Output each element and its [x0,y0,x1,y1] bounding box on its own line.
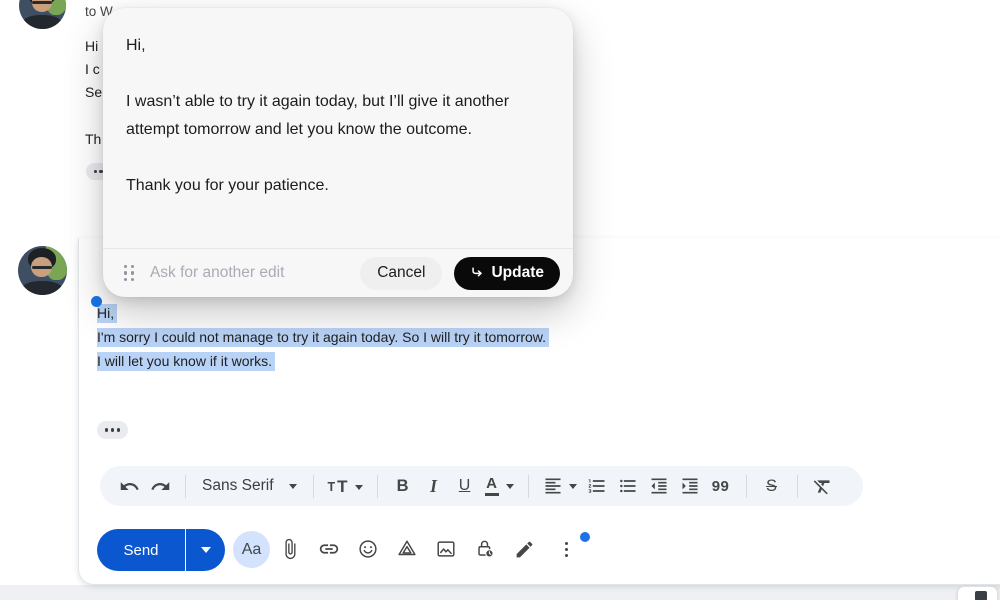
suggested-closing: Thank you for your patience. [126,172,532,200]
numbered-list-button[interactable] [584,471,610,501]
size-large-label: T [337,477,347,496]
italic-button[interactable]: I [421,471,447,501]
more-vert-icon [565,542,568,557]
strikethrough-button[interactable]: S [759,471,785,501]
insert-from-drive-button[interactable] [395,537,419,561]
selection-handle[interactable] [91,296,102,307]
floating-widget[interactable] [957,586,998,600]
enter-arrow-icon [470,266,484,280]
compose-actions-row [278,537,575,561]
remove-formatting-icon [812,476,833,497]
send-options-button[interactable] [186,529,225,571]
help-me-write-button[interactable]: Aa [233,531,270,568]
text-color-button[interactable]: A [483,476,516,497]
show-trimmed-content-button[interactable] [97,421,128,439]
avatar-photo-glasses [32,266,53,269]
bulleted-list-icon [618,476,638,496]
font-family-label: Sans Serif [202,477,274,495]
text-color-icon: A [485,476,499,497]
sender-avatar[interactable] [19,0,66,29]
reply-author-avatar[interactable] [18,246,67,295]
avatar-photo-glasses [32,1,52,4]
avatar-photo-shirt [21,281,63,295]
attach-file-button[interactable] [278,537,302,561]
toolbar-divider [185,475,186,498]
send-button[interactable]: Send [97,529,185,571]
quoted-line-1: Hi [85,36,98,56]
align-button[interactable] [541,476,579,496]
chevron-down-icon [569,484,577,489]
insert-signature-button[interactable] [512,537,536,561]
toolbar-divider [528,475,529,498]
avatar-photo-shirt [22,15,62,29]
indent-more-icon [680,476,700,496]
indent-less-button[interactable] [646,471,672,501]
indent-less-icon [649,476,669,496]
quoted-line-2: I c [85,59,100,79]
pen-icon [514,539,535,560]
quote-button[interactable]: 99 [708,471,734,501]
insert-photo-button[interactable] [434,537,458,561]
formatting-toolbar: Sans Serif T T B I U A [100,466,863,506]
chevron-down-icon [201,547,211,553]
confidential-mode-button[interactable] [473,537,497,561]
quoted-line-3: Se [85,82,102,102]
toolbar-divider [313,475,314,498]
bold-button[interactable]: B [390,471,416,501]
emoji-icon [357,538,379,560]
refine-prompt-input[interactable] [150,264,360,282]
insert-link-button[interactable] [317,537,341,561]
send-button-group: Send [97,529,225,571]
quoted-line-4: Th [85,129,101,149]
bulleted-list-button[interactable] [615,471,641,501]
paperclip-icon [279,538,301,560]
link-icon [318,538,340,560]
insert-emoji-button[interactable] [356,537,380,561]
chevron-down-icon [355,485,363,490]
font-size-select[interactable]: T T [326,477,365,496]
size-small-label: T [328,479,336,496]
font-family-select[interactable]: Sans Serif [198,471,301,501]
toolbar-divider [377,475,378,498]
remove-formatting-button[interactable] [810,471,836,501]
chevron-down-icon [289,484,297,489]
indent-more-button[interactable] [677,471,703,501]
undo-button[interactable] [116,471,142,501]
drag-handle-icon[interactable] [124,265,134,282]
more-options-button[interactable] [551,537,575,561]
selected-text-line: I will let you know if it works. [97,349,549,373]
update-button[interactable]: Update [454,257,560,290]
redo-button[interactable] [147,471,173,501]
drive-icon [396,538,418,560]
ai-edit-popup: Hi, I wasn’t able to try it again today,… [103,8,573,297]
underline-button[interactable]: U [452,471,478,501]
chevron-down-icon [506,484,514,489]
notification-dot [580,532,590,542]
toolbar-divider [746,475,747,498]
suggested-body: I wasn’t able to try it again today, but… [126,88,532,144]
toolbar-divider [797,475,798,498]
popup-input-row: Cancel Update [103,248,573,297]
lock-clock-icon [474,538,496,560]
selected-text-line: Hi, [97,301,549,325]
suggested-text: Hi, I wasn’t able to try it again today,… [103,8,573,200]
undo-icon [119,476,140,497]
cancel-button[interactable]: Cancel [360,257,442,290]
align-left-icon [543,476,563,496]
redo-icon [150,476,171,497]
bottom-right-widget-icon [975,591,987,600]
update-label: Update [491,264,544,282]
image-icon [435,538,457,560]
selected-text-line: I'm sorry I could not manage to try it a… [97,325,549,349]
gmail-compose-page: to W Hi I c Se Th Hi, I'm sorry I could … [0,0,1000,600]
reply-body-selected-text[interactable]: Hi, I'm sorry I could not manage to try … [97,301,549,373]
page-background-strip [0,585,1000,600]
suggested-greeting: Hi, [126,32,532,60]
numbered-list-icon [587,476,607,496]
